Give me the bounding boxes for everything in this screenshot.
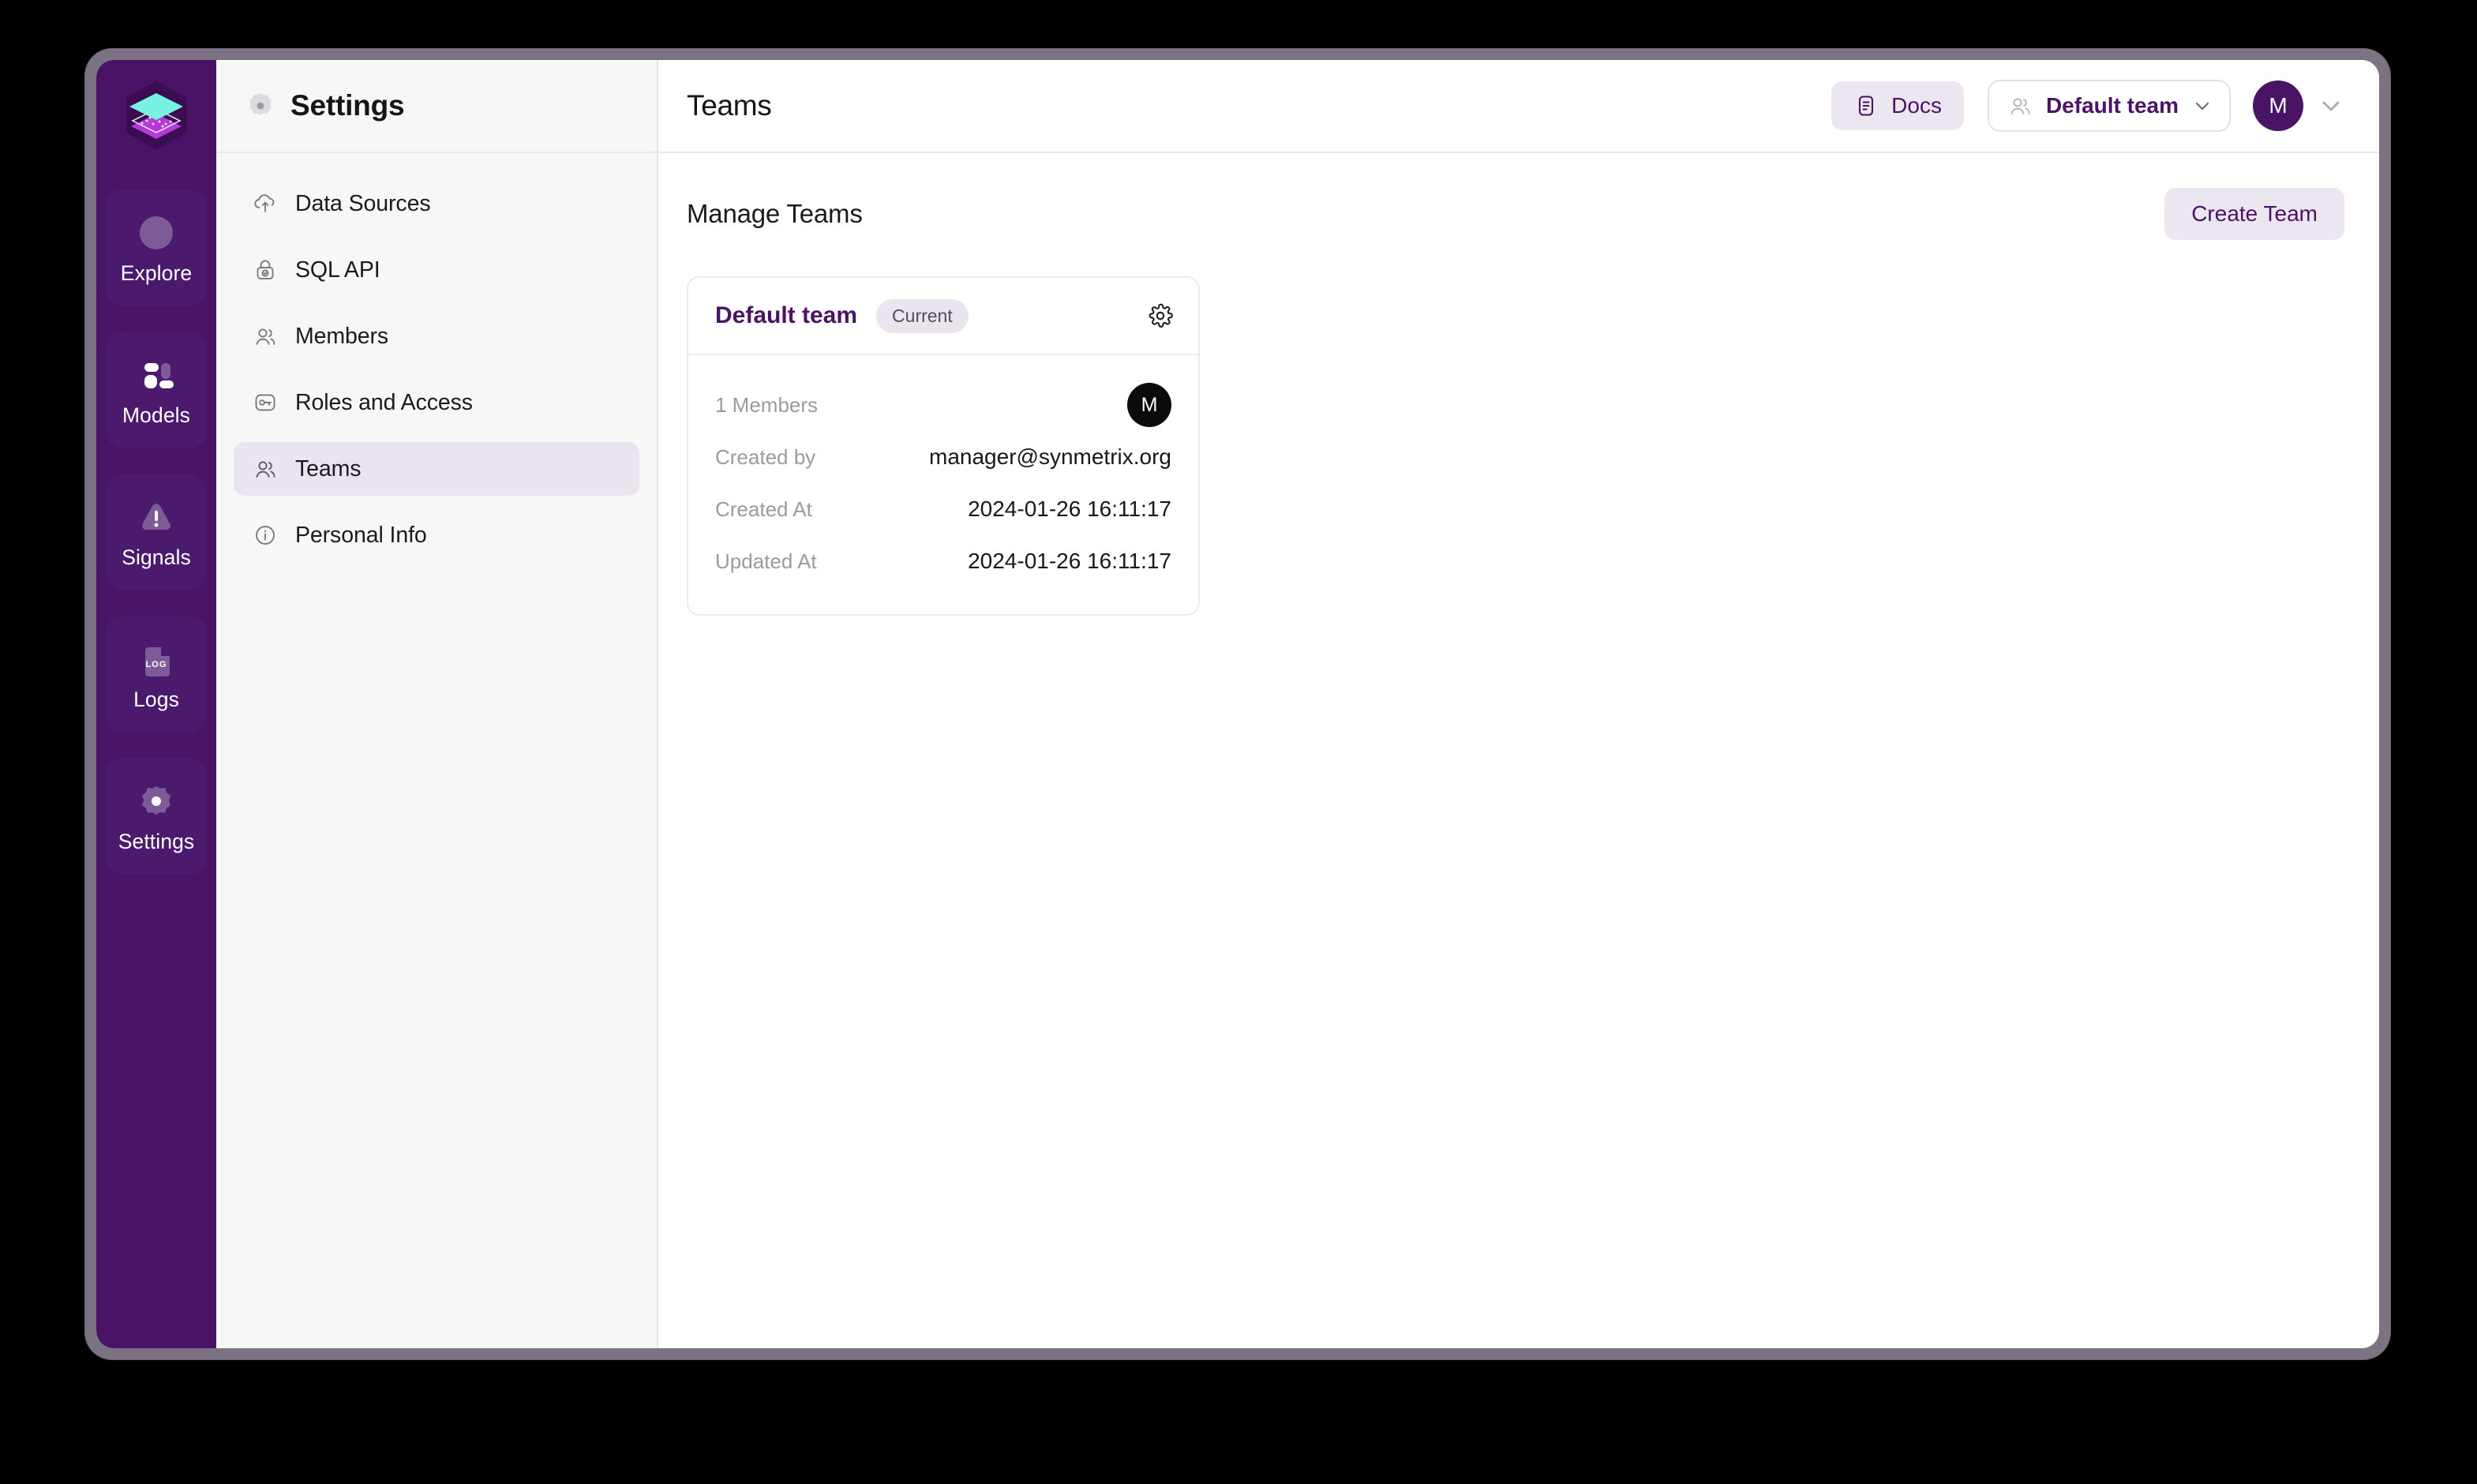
sidebar-item-label: Explore: [120, 260, 193, 285]
page-title: Settings: [290, 89, 405, 122]
row-label: Updated At: [715, 549, 817, 573]
main-region: Teams Docs Default team M Manage Teams C…: [658, 60, 2379, 1348]
content-toolbar: Manage Teams Create Team: [687, 188, 2344, 240]
sidebar-item-data-sources[interactable]: Data Sources: [234, 177, 639, 230]
sidebar-item-teams[interactable]: Teams: [234, 442, 639, 496]
document-icon: [1853, 93, 1879, 118]
chevron-down-icon[interactable]: [2318, 92, 2344, 119]
app-window: Explore Models Signals LOG Logs Settings…: [96, 60, 2379, 1348]
lock-check-icon: [251, 256, 279, 284]
avatar[interactable]: M: [2253, 81, 2303, 131]
sidebar-item-explore[interactable]: Explore: [106, 189, 207, 306]
main-header: Teams Docs Default team M: [658, 60, 2379, 153]
sidebar-item-label: Members: [295, 323, 389, 349]
section-title: Manage Teams: [687, 199, 863, 228]
table-row: 1 Members M: [715, 379, 1171, 431]
sidebar-item-members[interactable]: Members: [234, 309, 639, 363]
sidebar-item-label: Personal Info: [295, 522, 427, 548]
row-value: 2024-01-26 16:11:17: [968, 497, 1171, 521]
sidebar-item-label: SQL API: [295, 257, 380, 283]
docs-button[interactable]: Docs: [1831, 81, 1964, 130]
create-team-button[interactable]: Create Team: [2164, 188, 2344, 240]
sidebar-item-label: Data Sources: [295, 190, 431, 216]
page-title: Teams: [687, 89, 772, 122]
settings-nav-header: Settings: [216, 60, 657, 153]
alert-triangle-icon: [134, 495, 178, 539]
members-count-label: 1 Members: [715, 392, 819, 417]
status-badge: Current: [876, 298, 969, 333]
content-area: Manage Teams Create Team Default team Cu…: [658, 153, 2379, 1348]
log-file-icon: LOG: [134, 637, 178, 681]
avatar[interactable]: M: [1127, 383, 1171, 427]
primary-nav-rail: Explore Models Signals LOG Logs Settings: [96, 60, 216, 1348]
row-label: Created by: [715, 444, 816, 469]
sidebar-item-logs[interactable]: LOG Logs: [106, 616, 207, 733]
row-label: Created At: [715, 497, 812, 521]
sidebar-item-label: Logs: [133, 687, 179, 711]
sidebar-item-roles-and-access[interactable]: Roles and Access: [234, 376, 639, 429]
gear-icon[interactable]: [1146, 302, 1175, 330]
chevron-down-icon: [2193, 96, 2212, 115]
team-switcher-label: Default team: [2045, 93, 2179, 118]
table-row: Updated At 2024-01-26 16:11:17: [715, 535, 1171, 587]
header-actions: Docs Default team M: [1831, 80, 2344, 132]
compass-icon: [134, 211, 178, 255]
sidebar-item-label: Roles and Access: [295, 389, 473, 415]
docs-label: Docs: [1891, 93, 1942, 118]
sidebar-item-settings[interactable]: Settings: [106, 758, 207, 875]
team-card: Default team Current 1 Members M Created…: [687, 276, 1200, 616]
cloud-upload-icon: [251, 189, 279, 218]
settings-nav-list: Data Sources SQL API Members Roles and A…: [216, 153, 657, 575]
row-value: 2024-01-26 16:11:17: [968, 549, 1171, 573]
team-name-link[interactable]: Default team: [715, 302, 857, 329]
settings-nav-panel: Settings Data Sources SQL API Members Ro…: [216, 60, 658, 1348]
table-row: Created by manager@synmetrix.org: [715, 431, 1171, 483]
sidebar-item-label: Teams: [295, 455, 362, 482]
team-card-body: 1 Members M Created by manager@synmetrix…: [688, 355, 1198, 614]
sidebar-item-label: Models: [122, 403, 191, 427]
synmetrix-layers-logo[interactable]: [118, 77, 194, 153]
users-icon: [251, 455, 279, 483]
models-blocks-icon: [134, 353, 178, 397]
info-circle-icon: [251, 521, 279, 549]
team-card-header: Default team Current: [688, 278, 1198, 355]
gear-icon: [134, 779, 178, 823]
sidebar-item-sql-api[interactable]: SQL API: [234, 243, 639, 297]
gear-filled-icon: [245, 90, 276, 122]
sidebar-item-personal-info[interactable]: Personal Info: [234, 508, 639, 562]
sidebar-item-models[interactable]: Models: [106, 332, 207, 448]
users-icon: [251, 322, 279, 350]
users-icon: [2007, 92, 2033, 119]
key-card-icon: [251, 388, 279, 417]
row-value: manager@synmetrix.org: [929, 444, 1171, 469]
sidebar-item-label: Settings: [118, 829, 195, 853]
app-window-frame: Explore Models Signals LOG Logs Settings…: [85, 49, 2390, 1359]
table-row: Created At 2024-01-26 16:11:17: [715, 483, 1171, 535]
team-switcher-dropdown[interactable]: Default team: [1987, 80, 2231, 132]
svg-text:LOG: LOG: [146, 660, 167, 669]
sidebar-item-label: Signals: [122, 545, 191, 569]
sidebar-item-signals[interactable]: Signals: [106, 474, 207, 590]
